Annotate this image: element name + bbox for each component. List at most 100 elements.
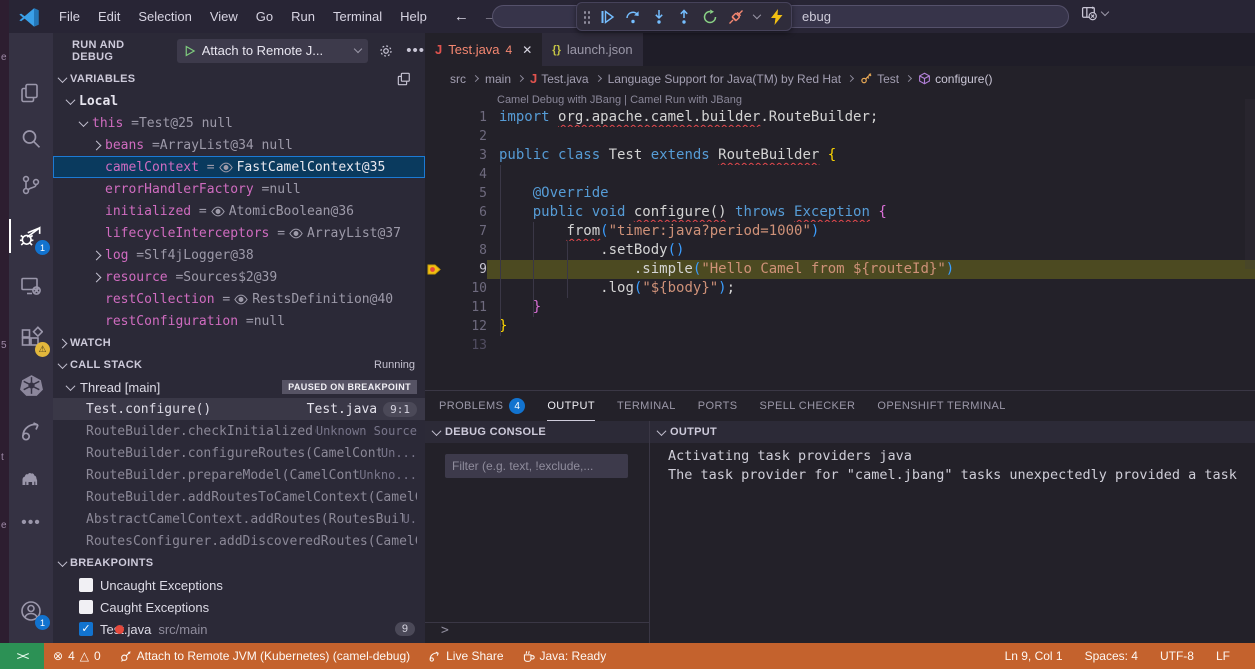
indentation[interactable]: Spaces: 4 — [1074, 643, 1149, 669]
debug-console-filter-input[interactable]: Filter (e.g. text, !exclude,... — [445, 454, 628, 478]
gutter-icon-cell[interactable] — [425, 127, 445, 146]
hot-code-replace-button[interactable] — [768, 8, 785, 26]
menu-help[interactable]: Help — [391, 5, 436, 28]
gutter-icon-cell[interactable] — [425, 317, 445, 336]
step-into-button[interactable] — [650, 8, 667, 26]
gutter-icon-cell[interactable] — [425, 146, 445, 165]
code-line-13[interactable]: 13 — [425, 336, 1255, 355]
live-share-status[interactable]: Live Share — [419, 643, 512, 669]
remote-indicator[interactable]: >< — [0, 643, 44, 669]
live-share-icon[interactable] — [9, 409, 53, 453]
breadcrumb-item[interactable]: main — [485, 72, 511, 86]
variable-row[interactable]: errorHandlerFactory = null — [53, 178, 425, 200]
variable-row[interactable]: camelContext = FastCamelContext@35 — [53, 156, 425, 178]
search-icon[interactable] — [9, 117, 53, 161]
variable-row[interactable]: log = Slf4jLogger@38 — [53, 244, 425, 266]
code-editor[interactable]: 1import org.apache.camel.builder.RouteBu… — [425, 108, 1255, 355]
kubernetes-icon[interactable] — [9, 363, 53, 407]
debug-actions-chevron-icon[interactable] — [752, 11, 760, 19]
gutter-icon-cell[interactable] — [425, 222, 445, 241]
eol-sequence[interactable]: LF — [1205, 643, 1241, 669]
breakpoint-checkbox[interactable] — [79, 578, 93, 592]
tab-test-java[interactable]: JTest.java4✕ — [425, 33, 542, 66]
variables-section-header[interactable]: VARIABLES — [53, 68, 425, 90]
variable-row[interactable]: initialized = AtomicBoolean@36 — [53, 200, 425, 222]
gutter-icon-cell[interactable] — [425, 241, 445, 260]
breadcrumb-item[interactable]: configure() — [918, 72, 992, 86]
breakpoints-section-header[interactable]: BREAKPOINTS — [53, 552, 425, 574]
output-log[interactable]: Activating task providers javaThe task p… — [650, 443, 1255, 485]
code-line-9[interactable]: 9 .simple("Hello Camel from ${routeId}") — [425, 260, 1255, 279]
variable-row[interactable]: this = Test@25 null — [53, 112, 425, 134]
stack-frame-row[interactable]: RoutesConfigurer.addDiscoveredRoutes(Cam… — [53, 530, 425, 552]
editor-scrollbar[interactable] — [1245, 99, 1255, 269]
gutter-icon-cell[interactable] — [425, 165, 445, 184]
code-line-10[interactable]: 10 .log("${body}"); — [425, 279, 1255, 298]
continue-button[interactable] — [599, 8, 616, 26]
menu-run[interactable]: Run — [282, 5, 324, 28]
gutter-icon-cell[interactable] — [425, 260, 445, 279]
breakpoint-row[interactable]: Uncaught Exceptions — [53, 574, 425, 596]
debug-console-header[interactable]: DEBUG CONSOLE — [425, 421, 649, 443]
run-and-debug-icon[interactable]: 1 — [9, 214, 53, 258]
menu-edit[interactable]: Edit — [89, 5, 129, 28]
breakpoint-checkbox[interactable]: ✓ — [79, 622, 93, 636]
cursor-position[interactable]: Ln 9, Col 1 — [994, 643, 1074, 669]
code-line-3[interactable]: 3public class Test extends RouteBuilder … — [425, 146, 1255, 165]
gutter-icon-cell[interactable] — [425, 184, 445, 203]
code-line-4[interactable]: 4 — [425, 165, 1255, 184]
breadcrumb-item[interactable]: Test — [860, 72, 899, 86]
views-more-actions-icon[interactable]: ••• — [406, 42, 425, 59]
codelens[interactable]: Camel Debug with JBang | Camel Run with … — [425, 91, 1255, 108]
disconnect-button[interactable] — [728, 8, 745, 26]
step-out-button[interactable] — [676, 8, 693, 26]
gutter-icon-cell[interactable] — [425, 108, 445, 127]
panel-tab-ports[interactable]: PORTS — [698, 391, 738, 421]
breadcrumb-item[interactable]: JTest.java — [530, 71, 589, 86]
gutter-icon-cell[interactable] — [425, 203, 445, 222]
close-icon[interactable]: ✕ — [522, 43, 532, 57]
breadcrumb[interactable]: srcmainJTest.javaLanguage Support for Ja… — [425, 66, 1255, 91]
breakpoint-row[interactable]: ✓Test.javasrc/main9 — [53, 618, 425, 640]
variable-row[interactable]: Local — [53, 90, 425, 112]
breakpoint-row[interactable]: Caught Exceptions — [53, 596, 425, 618]
breakpoint-checkbox[interactable] — [79, 600, 93, 614]
code-line-6[interactable]: 6 public void configure() throws Excepti… — [425, 203, 1255, 222]
menu-go[interactable]: Go — [247, 5, 282, 28]
extensions-icon[interactable]: ⚠ — [9, 316, 53, 360]
variable-row[interactable]: restCollection = RestsDefinition@40 — [53, 288, 425, 310]
problems-status[interactable]: ⊗4 △0 — [44, 643, 110, 669]
code-line-7[interactable]: 7 from("timer:java?period=1000") — [425, 222, 1255, 241]
customize-layout-button[interactable] — [1081, 5, 1108, 22]
variable-row[interactable]: beans = ArrayList@34 null — [53, 134, 425, 156]
nav-back-icon[interactable]: ← — [454, 8, 469, 25]
accounts-icon[interactable]: 1 — [9, 589, 53, 633]
more-views-icon[interactable]: ••• — [9, 501, 53, 545]
configure-gear-icon[interactable] — [378, 43, 394, 59]
step-over-button[interactable] — [624, 8, 641, 26]
encoding[interactable]: UTF-8 — [1149, 643, 1205, 669]
breadcrumb-item[interactable]: src — [450, 72, 466, 86]
remote-explorer-icon[interactable] — [9, 264, 53, 308]
panel-tab-problems[interactable]: PROBLEMS4 — [439, 391, 525, 421]
gutter-icon-cell[interactable] — [425, 298, 445, 317]
camel-icon[interactable] — [9, 455, 53, 499]
code-line-1[interactable]: 1import org.apache.camel.builder.RouteBu… — [425, 108, 1255, 127]
stack-frame-row[interactable]: RouteBuilder.prepareModel(CamelContext)U… — [53, 464, 425, 486]
menu-file[interactable]: File — [50, 5, 89, 28]
code-line-12[interactable]: 12} — [425, 317, 1255, 336]
code-line-2[interactable]: 2 — [425, 127, 1255, 146]
tab-launch-json[interactable]: {}launch.json — [542, 33, 642, 66]
watch-section-header[interactable]: WATCH — [53, 332, 425, 354]
launch-config-dropdown[interactable]: Attach to Remote J... — [177, 39, 369, 63]
explorer-icon[interactable] — [9, 71, 53, 115]
stack-frame-row[interactable]: Test.configure()Test.java9:1 — [53, 398, 425, 420]
debug-console-repl-input[interactable]: > — [425, 622, 649, 643]
variable-row[interactable]: restConfiguration = null — [53, 310, 425, 332]
menu-terminal[interactable]: Terminal — [324, 5, 391, 28]
source-control-icon[interactable] — [9, 163, 53, 207]
stack-frame-row[interactable]: RouteBuilder.addRoutesToCamelContext(Cam… — [53, 486, 425, 508]
call-stack-section-header[interactable]: CALL STACK Running — [53, 354, 425, 376]
debug-session-status[interactable]: Attach to Remote JVM (Kubernetes) (camel… — [110, 643, 419, 669]
restart-button[interactable] — [702, 8, 719, 26]
